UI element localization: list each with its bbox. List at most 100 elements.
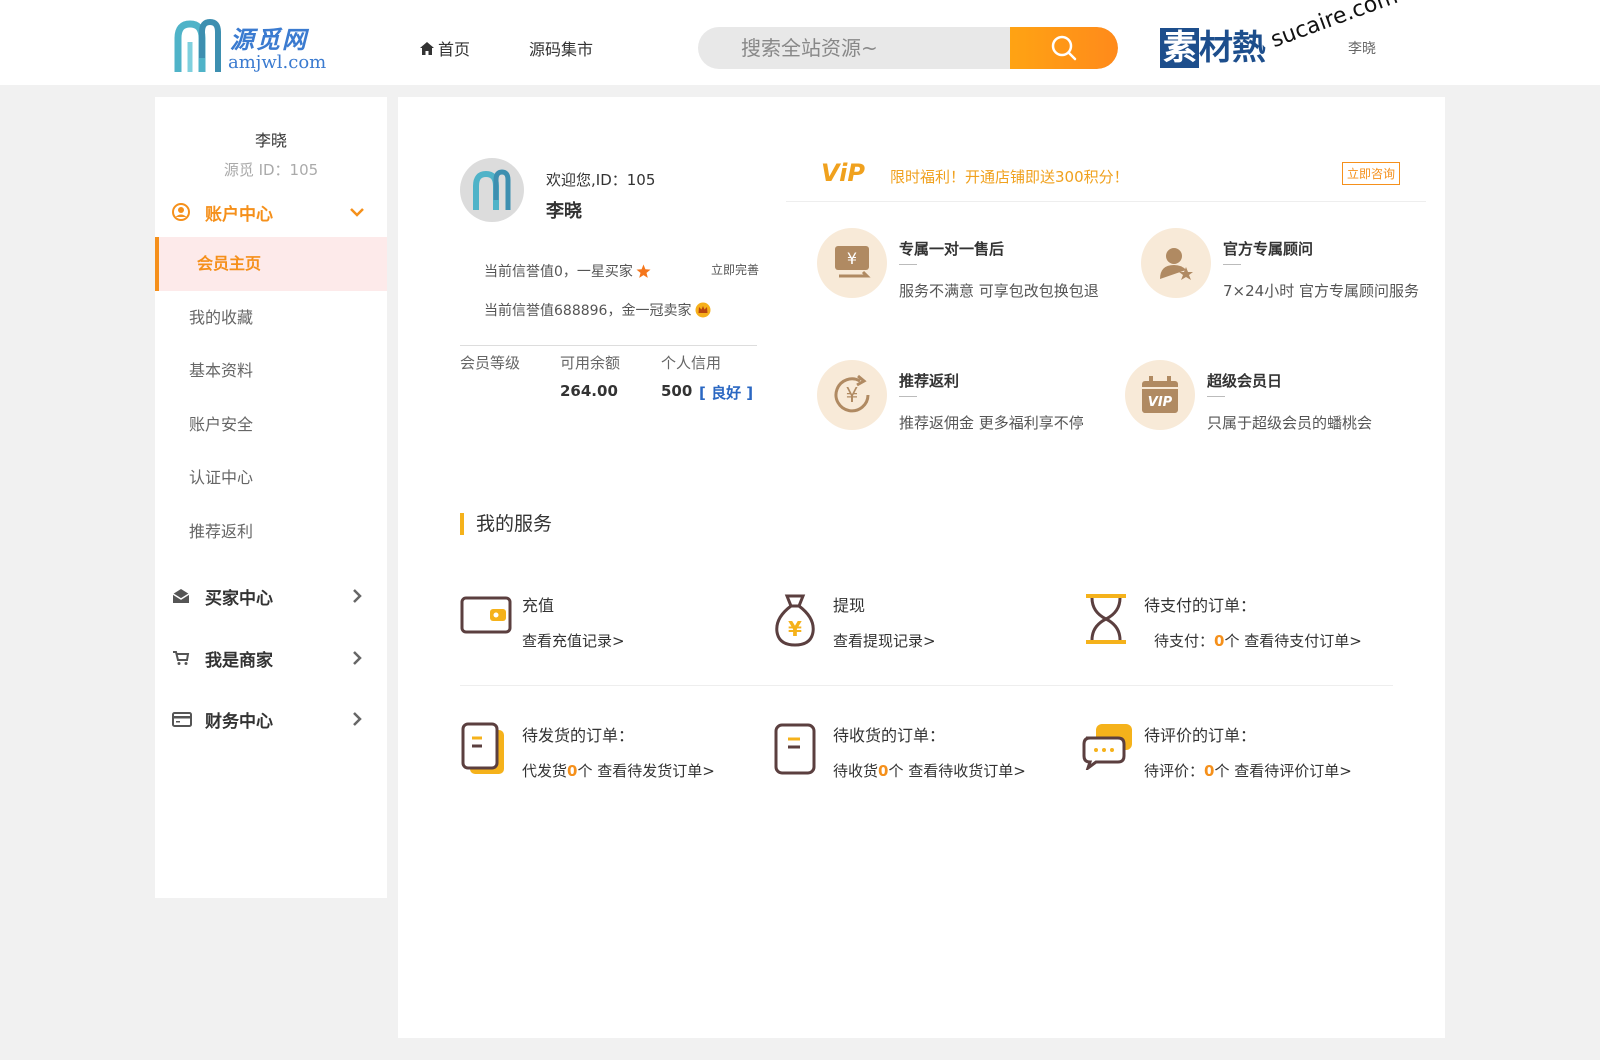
- top-header: 源觅网 amjwl.com 首页 源码集市 素材熱 李晓 sucaire.com: [0, 0, 1600, 85]
- perk-title: 推荐返利: [899, 372, 960, 390]
- services-heading: 我的服务: [460, 513, 552, 535]
- sidebar-item-member-home[interactable]: 会员主页: [155, 237, 387, 291]
- hourglass-icon: [1086, 594, 1126, 644]
- stat-level-label: 会员等级: [460, 354, 521, 372]
- perk-vip-day: VIP 超级会员日 只属于超级会员的蟠桃会: [1125, 360, 1425, 440]
- sidebar-section-finance-label: 财务中心: [205, 711, 273, 732]
- yen-rebate-icon: ¥: [817, 360, 887, 430]
- sidebar-section-finance[interactable]: 财务中心: [155, 699, 387, 739]
- avatar-logo-icon: [473, 169, 511, 210]
- star-icon: [636, 264, 651, 278]
- chevron-right-icon: [353, 651, 362, 665]
- stat-credit-label: 个人信用: [661, 354, 722, 372]
- welcome-text: 欢迎您,ID：105: [546, 171, 656, 189]
- sidebar-section-buyer-label: 买家中心: [205, 588, 273, 609]
- credit-card-icon: [172, 712, 192, 727]
- service-link[interactable]: 待收货0个 查看待收货订单>: [833, 760, 1026, 781]
- watermark: 素材熱 李晓 sucaire.com: [1160, 0, 1410, 80]
- profile-name: 李晓: [546, 201, 582, 222]
- service-title: 提现: [833, 596, 866, 615]
- service-title: 待发货的订单：: [522, 726, 635, 745]
- chevron-right-icon: [353, 712, 362, 726]
- buyer-credit-text: 当前信誉值0，一星买家: [484, 264, 633, 280]
- sidebar-section-buyer[interactable]: 买家中心: [155, 576, 387, 616]
- perk-dash: [899, 396, 917, 397]
- site-logo[interactable]: 源觅网 amjwl.com: [172, 18, 342, 76]
- search-input[interactable]: [698, 27, 1010, 69]
- services-divider: [460, 685, 1393, 686]
- logo-en-text: amjwl.com: [228, 52, 327, 73]
- sidebar-item-basic-info[interactable]: 基本资料: [155, 344, 387, 398]
- logo-mark-icon: [174, 18, 221, 72]
- service-recharge[interactable]: 充值 查看充值记录>: [460, 592, 760, 662]
- sidebar-section-merchant[interactable]: 我是商家: [155, 638, 387, 678]
- sidebar-section-account[interactable]: 账户中心: [155, 192, 387, 232]
- sidebar-section-account-label: 账户中心: [205, 204, 273, 225]
- service-withdraw[interactable]: ¥ 提现 查看提现记录>: [771, 592, 1071, 662]
- perk-desc: 只属于超级会员的蟠桃会: [1207, 414, 1373, 432]
- credit-status: [ 良好 ]: [699, 384, 754, 402]
- service-pending-review[interactable]: 待评价的订单： 待评价：0个 查看待评价订单>: [1082, 722, 1382, 792]
- sidebar-user-name: 李晓: [254, 131, 287, 150]
- service-title: 待收货的订单：: [833, 726, 946, 745]
- service-pending-receipt[interactable]: 待收货的订单： 待收货0个 查看待收货订单>: [771, 722, 1071, 792]
- sidebar-item-favorites[interactable]: 我的收藏: [155, 291, 387, 345]
- service-link[interactable]: 查看充值记录>: [522, 630, 625, 651]
- svg-text:¥: ¥: [846, 383, 859, 407]
- document-icon: [461, 722, 504, 774]
- receipt-icon: [774, 723, 816, 775]
- stats-divider: [460, 345, 757, 346]
- service-title: 待评价的订单：: [1144, 726, 1257, 745]
- nav-home-label: 首页: [438, 40, 471, 59]
- watermark-en: sucaire.com: [1267, 0, 1402, 53]
- search-button[interactable]: [1010, 27, 1118, 69]
- avatar[interactable]: [460, 158, 524, 222]
- chevron-down-icon: [350, 208, 364, 217]
- service-pending-payment[interactable]: 待支付的订单： 待支付：0个 查看待支付订单>: [1082, 592, 1382, 662]
- improve-profile-link[interactable]: 立即完善: [711, 261, 759, 278]
- chat-icon: [1082, 724, 1132, 770]
- nav-market-label: 源码集市: [529, 40, 594, 59]
- sidebar-item-verification[interactable]: 认证中心: [155, 451, 387, 505]
- service-link[interactable]: 代发货0个 查看待发货订单>: [522, 760, 715, 781]
- svg-text:¥: ¥: [788, 617, 802, 641]
- mail-icon: [172, 589, 190, 603]
- perk-dash: [1223, 264, 1241, 265]
- home-icon: [420, 41, 434, 55]
- chevron-right-icon: [353, 589, 362, 603]
- watermark-cn: 素材熱: [1160, 20, 1266, 69]
- sidebar-item-referral[interactable]: 推荐返利: [155, 505, 387, 559]
- consult-button[interactable]: 立即咨询: [1342, 162, 1401, 185]
- main-panel: 欢迎您,ID：105 李晓 当前信誉值0，一星买家 立即完善 当前信誉值6888…: [398, 97, 1445, 1038]
- service-title: 待支付的订单：: [1144, 596, 1257, 615]
- service-pending-shipment[interactable]: 待发货的订单： 代发货0个 查看待发货订单>: [460, 722, 760, 792]
- perk-title: 官方专属顾问: [1223, 240, 1314, 258]
- yen-card-icon: ¥: [817, 228, 887, 298]
- sidebar: 李晓 源觅 ID：105 账户中心 会员主页 我的收藏 基本资料 账户安全 认证…: [155, 97, 387, 898]
- sidebar-item-account-security[interactable]: 账户安全: [155, 398, 387, 452]
- perk-title: 超级会员日: [1207, 372, 1283, 390]
- buyer-credit: 当前信誉值0，一星买家: [484, 261, 651, 281]
- search-bar: [698, 27, 1118, 69]
- service-link[interactable]: 查看提现记录>: [833, 630, 936, 651]
- vip-logo: ViP: [821, 159, 865, 187]
- service-link[interactable]: 待支付：0个 查看待支付订单>: [1154, 630, 1362, 651]
- money-bag-icon: ¥: [775, 594, 815, 647]
- crown-icon: [695, 302, 711, 318]
- svg-text:VIP: VIP: [1148, 395, 1173, 410]
- nav-market-link[interactable]: 源码集市: [529, 36, 593, 60]
- user-circle-icon: [172, 203, 190, 221]
- svg-text:¥: ¥: [847, 249, 857, 268]
- cart-icon: [173, 651, 190, 665]
- stat-balance-label: 可用余额: [560, 354, 621, 372]
- perk-after-sales: ¥ 专属一对一售后 服务不满意 可享包改包换包退: [817, 228, 1117, 308]
- perk-desc: 服务不满意 可享包改包换包退: [899, 282, 1099, 300]
- advisor-icon: [1141, 228, 1211, 298]
- nav-home-link[interactable]: 首页: [420, 36, 470, 60]
- perk-desc: 7×24小时 官方专属顾问服务: [1223, 282, 1419, 300]
- stat-balance-value: 264.00: [560, 382, 618, 400]
- perk-dash: [899, 264, 917, 265]
- service-link[interactable]: 待评价：0个 查看待评价订单>: [1144, 760, 1352, 781]
- vip-promo-text: 限时福利！开通店铺即送300积分！: [890, 168, 1129, 186]
- sidebar-section-merchant-label: 我是商家: [205, 650, 273, 671]
